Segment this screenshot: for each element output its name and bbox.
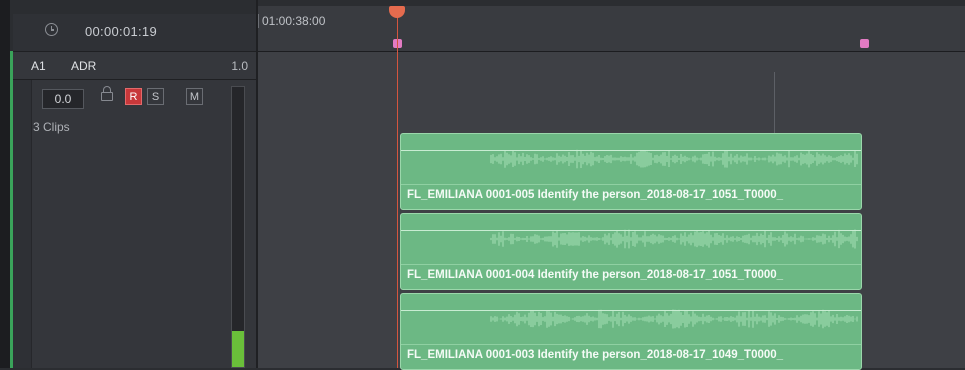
lock-icon[interactable] <box>101 86 113 101</box>
track-controls-panel: 0.0 R S M 3 Clips <box>13 80 256 368</box>
track-left-strip <box>13 80 32 368</box>
audio-clip[interactable]: FL_EMILIANA 0001-004 Identify the person… <box>400 213 862 290</box>
clip-name: FL_EMILIANA 0001-004 Identify the person… <box>407 269 784 281</box>
audio-level-meter <box>231 86 245 368</box>
clip-waveform-area <box>401 294 861 344</box>
clip-count-label: 3 Clips <box>33 120 70 134</box>
window-edge <box>0 0 10 368</box>
timeline-ruler[interactable] <box>258 6 965 52</box>
track-id: A1 <box>31 59 46 73</box>
clip-waveform <box>490 229 858 249</box>
clip-separator <box>401 184 861 185</box>
solo-button[interactable]: S <box>147 88 164 105</box>
ruler-tick <box>258 14 259 28</box>
audio-clip[interactable]: FL_EMILIANA 0001-003 Identify the person… <box>400 293 862 370</box>
clip-name: FL_EMILIANA 0001-003 Identify the person… <box>407 349 784 361</box>
clip-volume-line[interactable] <box>401 230 861 231</box>
timeline-marker-icon[interactable] <box>860 39 869 48</box>
current-timecode[interactable]: 00:00:01:19 <box>85 24 157 39</box>
clip-waveform-area <box>401 214 861 264</box>
clip-separator <box>401 344 861 345</box>
clip-volume-line[interactable] <box>401 310 861 311</box>
ruler-timecode-label: 01:00:38:00 <box>262 14 326 28</box>
clip-separator <box>401 264 861 265</box>
track-name[interactable]: ADR <box>71 59 96 73</box>
record-arm-button[interactable]: R <box>125 88 142 105</box>
audio-level-meter-fill <box>232 330 244 367</box>
timeline-header: 00:00:01:19 <box>13 14 256 52</box>
mute-button[interactable]: M <box>186 88 203 105</box>
clip-volume-line[interactable] <box>401 150 861 151</box>
clip-waveform-area <box>401 134 861 184</box>
track-header[interactable]: A1 ADR 1.0 <box>13 52 256 80</box>
track-volume-readout: 1.0 <box>231 59 248 73</box>
volume-field[interactable]: 0.0 <box>42 89 84 109</box>
playhead-line[interactable] <box>397 12 398 368</box>
clip-name: FL_EMILIANA 0001-005 Identify the person… <box>407 189 784 201</box>
audio-clip[interactable]: FL_EMILIANA 0001-005 Identify the person… <box>400 133 862 210</box>
clip-waveform <box>490 309 858 329</box>
clip-waveform <box>490 149 858 169</box>
clock-icon <box>45 23 58 36</box>
